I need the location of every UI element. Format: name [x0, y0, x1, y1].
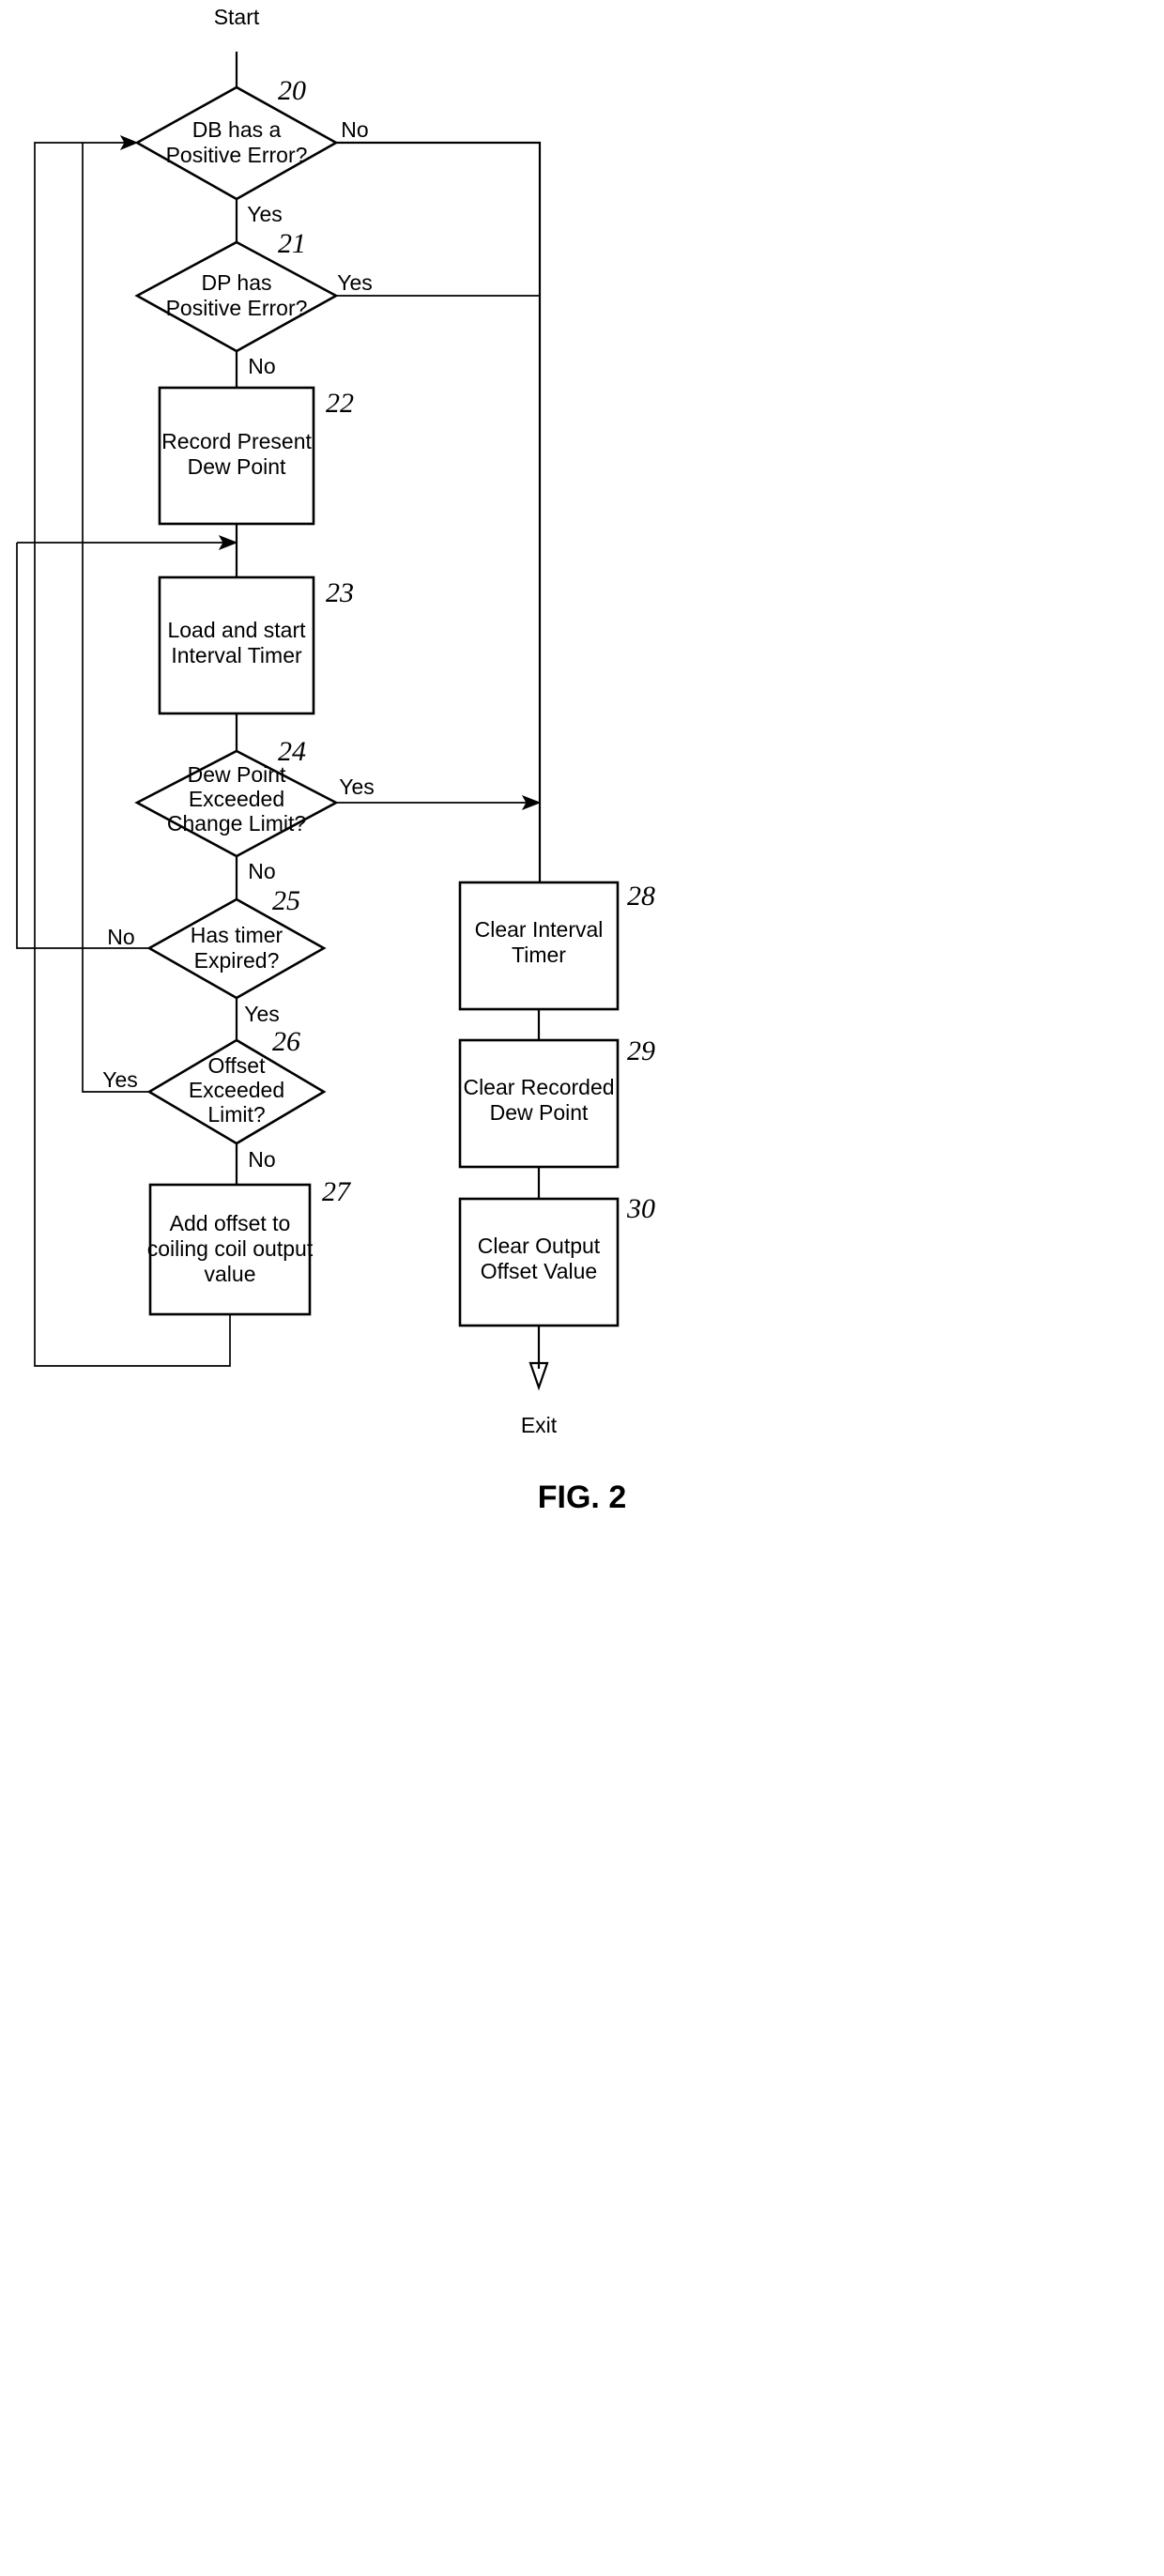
decision-21-line-2: Positive Error?	[166, 296, 308, 320]
process-27-line-3: value	[205, 1262, 256, 1286]
decision-20-line-1: DB has a	[192, 117, 282, 142]
decision-25-line-1: Has timer	[191, 923, 283, 947]
decision-24-line-1: Dew Point	[188, 762, 286, 787]
decision-24-line-3: Change Limit?	[167, 811, 306, 836]
decision-20-line-2: Positive Error?	[166, 143, 308, 167]
edge-label-20-no: No	[341, 117, 368, 142]
edge-label-26-no: No	[248, 1147, 275, 1172]
edge-label-21-yes: Yes	[337, 270, 373, 295]
process-28-line-1: Clear Interval	[475, 917, 604, 942]
process-23-line-1: Load and start	[167, 618, 306, 642]
ref-number-29: 29	[627, 1035, 655, 1066]
process-27-line-2: coiling coil output	[147, 1236, 314, 1261]
ref-number-23: 23	[326, 577, 354, 608]
edge-label-24-no: No	[248, 859, 275, 883]
process-27-line-1: Add offset to	[170, 1211, 291, 1235]
decision-21-line-1: DP has	[201, 270, 271, 295]
process-22-line-1: Record Present	[161, 429, 312, 453]
process-23-line-2: Interval Timer	[171, 643, 302, 667]
edge-20-no	[336, 141, 542, 882]
process-30-line-2: Offset Value	[481, 1259, 597, 1283]
ref-number-27: 27	[322, 1176, 352, 1207]
decision-26-line-3: Limit?	[207, 1102, 265, 1127]
process-29-line-1: Clear Recorded	[463, 1075, 614, 1099]
decision-26-line-2: Exceeded	[189, 1078, 284, 1102]
edge-label-25-no: No	[107, 925, 134, 949]
process-22-line-2: Dew Point	[188, 454, 286, 479]
decision-25-line-2: Expired?	[194, 948, 280, 973]
edge-26-yes	[82, 143, 149, 1093]
ref-number-30: 30	[626, 1193, 655, 1224]
ref-number-28: 28	[627, 881, 655, 912]
exit-label: Exit	[521, 1413, 558, 1437]
process-30-line-1: Clear Output	[478, 1234, 601, 1258]
edge-label-25-yes: Yes	[244, 1002, 280, 1026]
process-28-line-2: Timer	[512, 943, 566, 967]
start-label: Start	[214, 5, 260, 29]
edge-label-21-no: No	[248, 354, 275, 378]
patent-figure: Start DB has a Positive Error? 20 No Yes…	[0, 0, 1164, 2576]
ref-number-24: 24	[278, 736, 306, 767]
decision-24-line-2: Exceeded	[189, 787, 284, 811]
ref-number-22: 22	[326, 388, 354, 419]
edge-label-20-yes: Yes	[247, 202, 283, 226]
decision-26-line-1: Offset	[208, 1053, 267, 1078]
edge-label-26-yes: Yes	[102, 1067, 138, 1092]
figure-caption: FIG. 2	[538, 1480, 626, 1515]
ref-number-21: 21	[278, 228, 306, 259]
process-29-line-2: Dew Point	[490, 1100, 589, 1125]
edge-label-24-yes: Yes	[339, 774, 375, 799]
ref-number-20: 20	[278, 75, 306, 106]
ref-number-26: 26	[272, 1026, 300, 1057]
flowchart-canvas: Start DB has a Positive Error? 20 No Yes…	[16, 5, 655, 1515]
ref-number-25: 25	[272, 885, 300, 916]
